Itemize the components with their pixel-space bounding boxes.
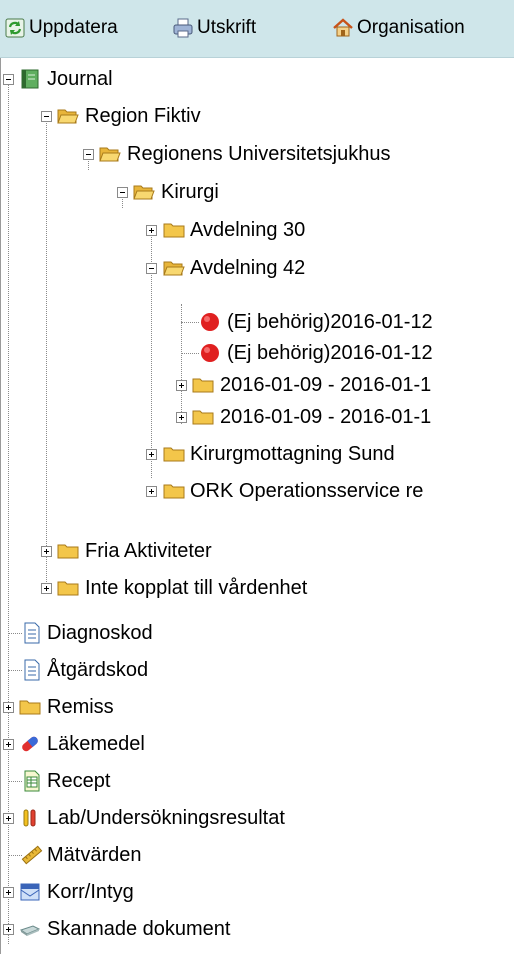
open-folder-icon	[99, 147, 121, 162]
print-label: Utskrift	[197, 17, 257, 38]
tree-label: 2016-01-09 - 2016-01-1	[220, 374, 432, 396]
tree-label: (Ej behörig)2016-01-12	[227, 342, 433, 364]
tree-item-hospital[interactable]: Regionens Universitetsjukhus	[1, 138, 513, 170]
expand-toggle[interactable]	[3, 924, 14, 935]
folder-icon	[163, 223, 185, 238]
journal-tree-panel: Journal Region Fiktiv Regionens Universi…	[0, 58, 513, 954]
tree-item-ej-behorig[interactable]: (Ej behörig)2016-01-12	[1, 306, 513, 338]
expand-toggle[interactable]	[41, 546, 52, 557]
refresh-button[interactable]: Uppdatera	[4, 13, 118, 43]
folder-icon	[163, 484, 185, 499]
tree-item-remiss[interactable]: Remiss	[1, 691, 513, 723]
journal-tree: Journal Region Fiktiv Regionens Universi…	[1, 58, 513, 954]
tree-item-skannade[interactable]: Skannade dokument	[1, 913, 513, 945]
tree-label: Recept	[47, 770, 111, 792]
document-icon	[24, 659, 40, 681]
tree-item-kirurgmottagning[interactable]: Kirurgmottagning Sund	[1, 438, 513, 470]
journal-book-icon	[21, 69, 39, 89]
scanner-icon	[19, 925, 41, 936]
folder-icon	[163, 447, 185, 462]
tree-label: (Ej behörig)2016-01-12	[227, 311, 433, 333]
organisation-label: Organisation	[357, 17, 465, 38]
tree-label: Mätvärden	[47, 844, 142, 866]
refresh-label: Uppdatera	[29, 17, 118, 38]
tree-label: Inte kopplat till vårdenhet	[85, 577, 308, 599]
folder-icon	[57, 544, 79, 559]
expand-toggle[interactable]	[146, 449, 157, 460]
expand-toggle[interactable]	[3, 813, 14, 824]
tree-label: Korr/Intyg	[47, 881, 134, 903]
collapse-toggle[interactable]	[146, 263, 157, 274]
tree-item-korr-intyg[interactable]: Korr/Intyg	[1, 876, 513, 908]
red-status-icon	[201, 344, 219, 362]
organisation-button[interactable]: Organisation	[332, 13, 465, 43]
printer-icon	[173, 18, 193, 38]
collapse-toggle[interactable]	[3, 74, 14, 85]
tree-item-kirurgi[interactable]: Kirurgi	[1, 176, 513, 208]
tree-label: Region Fiktiv	[85, 105, 201, 127]
tree-label: Avdelning 30	[190, 219, 306, 241]
tree-item-fria-aktiviteter[interactable]: Fria Aktiviteter	[1, 535, 513, 567]
folder-icon	[192, 410, 214, 425]
tree-item-avdelning-42[interactable]: Avdelning 42	[1, 252, 513, 284]
red-status-icon	[201, 313, 219, 331]
tree-label: Åtgärdskod	[47, 659, 149, 681]
open-folder-icon	[163, 261, 185, 276]
toolbar: Uppdatera Utskrift Organisation	[0, 0, 514, 58]
tree-label: Skannade dokument	[47, 918, 231, 940]
open-folder-icon	[57, 109, 79, 124]
prescription-icon	[24, 770, 40, 792]
expand-toggle[interactable]	[41, 583, 52, 594]
tree-label: Läkemedel	[47, 733, 145, 755]
tree-item-matvarden[interactable]: Mätvärden	[1, 839, 513, 871]
folder-icon	[19, 700, 41, 715]
folder-icon	[57, 581, 79, 596]
tree-label: Kirurgi	[161, 181, 219, 203]
tree-item-date-range[interactable]: 2016-01-09 - 2016-01-1	[1, 369, 513, 401]
tree-item-diagnoskod[interactable]: Diagnoskod	[1, 617, 513, 649]
home-icon	[333, 18, 353, 37]
tree-item-journal[interactable]: Journal	[1, 63, 513, 95]
tree-item-lakemedel[interactable]: Läkemedel	[1, 728, 513, 760]
tree-label: Avdelning 42	[190, 257, 306, 279]
pill-icon	[22, 736, 38, 752]
document-icon	[24, 622, 40, 644]
ruler-icon	[21, 845, 43, 865]
envelope-icon	[20, 883, 40, 901]
tree-item-region[interactable]: Region Fiktiv	[1, 100, 513, 132]
refresh-icon	[5, 18, 25, 38]
tree-label: Diagnoskod	[47, 622, 153, 644]
expand-toggle[interactable]	[176, 412, 187, 423]
print-button[interactable]: Utskrift	[172, 13, 256, 43]
tree-label: Regionens Universitetsjukhus	[127, 143, 391, 165]
test-tubes-icon	[23, 809, 36, 827]
tree-item-inte-kopplat[interactable]: Inte kopplat till vårdenhet	[1, 572, 513, 604]
tree-item-lab[interactable]: Lab/Undersökningsresultat	[1, 802, 513, 834]
collapse-toggle[interactable]	[83, 149, 94, 160]
tree-item-recept[interactable]: Recept	[1, 765, 513, 797]
tree-label: Lab/Undersökningsresultat	[47, 807, 285, 829]
tree-item-ej-behorig[interactable]: (Ej behörig)2016-01-12	[1, 337, 513, 369]
tree-label: ORK Operationsservice re	[190, 480, 424, 502]
tree-label: 2016-01-09 - 2016-01-1	[220, 406, 432, 428]
folder-icon	[192, 378, 214, 393]
collapse-toggle[interactable]	[41, 111, 52, 122]
tree-item-date-range[interactable]: 2016-01-09 - 2016-01-1	[1, 401, 513, 433]
expand-toggle[interactable]	[176, 380, 187, 391]
tree-item-ork[interactable]: ORK Operationsservice re	[1, 475, 513, 507]
expand-toggle[interactable]	[146, 486, 157, 497]
tree-item-avdelning-30[interactable]: Avdelning 30	[1, 214, 513, 246]
expand-toggle[interactable]	[3, 739, 14, 750]
tree-item-atgardskod[interactable]: Åtgärdskod	[1, 654, 513, 686]
collapse-toggle[interactable]	[117, 187, 128, 198]
expand-toggle[interactable]	[146, 225, 157, 236]
tree-label: Kirurgmottagning Sund	[190, 443, 395, 465]
expand-toggle[interactable]	[3, 887, 14, 898]
tree-label: Fria Aktiviteter	[85, 540, 212, 562]
tree-label: Journal	[47, 68, 113, 90]
open-folder-icon	[133, 185, 155, 200]
expand-toggle[interactable]	[3, 702, 14, 713]
tree-label: Remiss	[47, 696, 114, 718]
